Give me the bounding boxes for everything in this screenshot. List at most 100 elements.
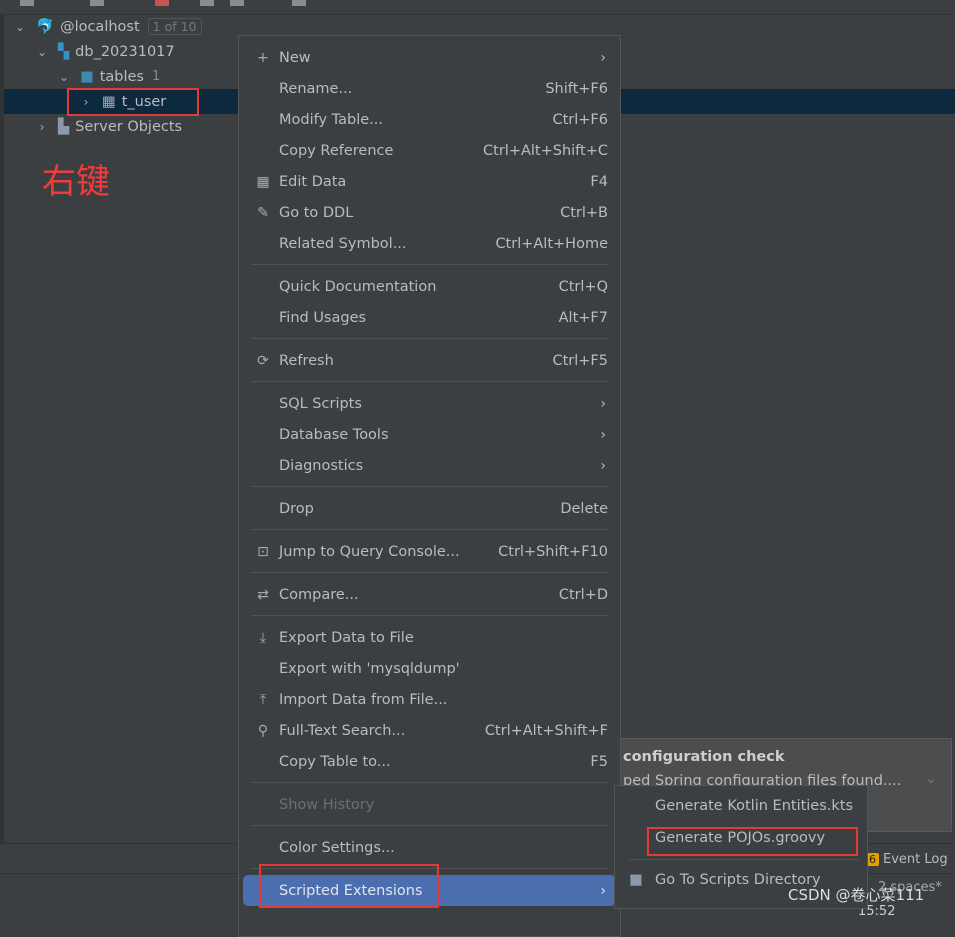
menu-item-drop[interactable]: Drop Delete <box>243 493 616 524</box>
chevron-down-icon[interactable]: ⌄ <box>56 70 72 84</box>
menu-item-full-text-search[interactable]: ⚲ Full-Text Search... Ctrl+Alt+Shift+F <box>243 715 616 746</box>
menu-item-label: Rename... <box>279 80 353 97</box>
toolbar-button[interactable] <box>230 0 244 6</box>
tables-label: tables <box>99 68 144 85</box>
chevron-right-icon[interactable]: › <box>34 120 50 134</box>
search-icon: ⚲ <box>257 722 269 739</box>
menu-item-label: Compare... <box>279 586 359 603</box>
server-objects-label: Server Objects <box>75 118 183 135</box>
menu-item-generate-kotlin[interactable]: Generate Kotlin Entities.kts <box>655 798 853 814</box>
chevron-right-icon: › <box>600 49 606 66</box>
menu-item-show-history[interactable]: Show History <box>243 789 616 820</box>
server-objects-icon: ▙ <box>58 118 70 135</box>
shortcut-label: Ctrl+F5 <box>552 352 608 369</box>
context-menu: + New › Rename... Shift+F6 Modify Table... Ctr… <box>238 35 621 937</box>
separator <box>251 615 608 616</box>
separator <box>251 825 608 826</box>
shortcut-label: Alt+F7 <box>558 309 608 326</box>
menu-item-jump-to-query-console[interactable]: ⊡ Jump to Query Console... Ctrl+Shift+F10 <box>243 536 616 567</box>
chevron-down-icon[interactable]: ⌄ <box>12 20 28 34</box>
annotation-box <box>647 827 858 856</box>
menu-item-label: Related Symbol... <box>279 235 407 252</box>
tables-count: 1 <box>151 69 161 84</box>
separator <box>251 264 608 265</box>
folder-icon: ■ <box>629 872 643 888</box>
refresh-icon: ⟳ <box>257 352 269 369</box>
menu-item-label: Color Settings... <box>279 839 395 856</box>
menu-item-label: Export with 'mysqldump' <box>279 660 460 677</box>
shortcut-label: Ctrl+Alt+Home <box>495 235 608 252</box>
menu-item-label: Diagnostics <box>279 457 364 474</box>
shortcut-label: Ctrl+B <box>560 204 608 221</box>
menu-item-database-tools[interactable]: Database Tools › <box>243 419 616 450</box>
shortcut-label: Delete <box>560 500 608 517</box>
toolbar-button[interactable] <box>90 0 104 6</box>
table-icon: ▦ <box>256 173 270 190</box>
annotation-box <box>67 88 199 116</box>
menu-item-copy-table-to[interactable]: Copy Table to... F5 <box>243 746 616 777</box>
host-label: @localhost <box>60 18 140 35</box>
separator <box>629 859 859 860</box>
chevron-right-icon: › <box>600 457 606 474</box>
menu-item-go-to-ddl[interactable]: ✎ Go to DDL Ctrl+B <box>243 197 616 228</box>
schema-icon: ▚ <box>58 43 70 60</box>
stop-button[interactable] <box>155 0 169 6</box>
menu-item-export-data-to-file[interactable]: ⤓ Export Data to File <box>243 622 616 653</box>
toolbar-button[interactable] <box>20 0 34 6</box>
watermark: CSDN @卷心菜111 <box>788 886 925 904</box>
toolbar-button[interactable] <box>292 0 306 6</box>
menu-item-new[interactable]: + New › <box>243 42 616 73</box>
separator <box>251 486 608 487</box>
toolbar <box>0 0 955 15</box>
menu-item-import-data-from-file[interactable]: ⤒ Import Data from File... <box>243 684 616 715</box>
menu-item-related-symbol[interactable]: Related Symbol... Ctrl+Alt+Home <box>243 228 616 259</box>
chevron-down-icon[interactable]: ⌄ <box>34 45 50 59</box>
event-log-button[interactable]: 6 Event Log <box>866 852 948 867</box>
menu-item-label: Export Data to File <box>279 629 414 646</box>
mysql-icon: 🐬 <box>36 19 55 35</box>
menu-item-label: Database Tools <box>279 426 389 443</box>
db-label: db_20231017 <box>75 43 175 60</box>
menu-item-label: Find Usages <box>279 309 367 326</box>
chevron-right-icon: › <box>600 882 606 899</box>
menu-item-rename[interactable]: Rename... Shift+F6 <box>243 73 616 104</box>
separator <box>251 381 608 382</box>
shortcut-label: Ctrl+D <box>558 586 608 603</box>
folder-icon: ■ <box>80 68 94 85</box>
menu-item-label: Go to DDL <box>279 204 354 221</box>
plus-icon: + <box>257 49 269 66</box>
separator <box>251 572 608 573</box>
menu-item-compare[interactable]: ⇄ Compare... Ctrl+D <box>243 579 616 610</box>
annotation-box <box>259 864 439 908</box>
shortcut-label: Ctrl+Alt+Shift+C <box>483 142 608 159</box>
separator <box>251 782 608 783</box>
menu-item-edit-data[interactable]: ▦ Edit Data F4 <box>243 166 616 197</box>
menu-item-quick-documentation[interactable]: Quick Documentation Ctrl+Q <box>243 271 616 302</box>
menu-item-label: SQL Scripts <box>279 395 362 412</box>
pencil-icon: ✎ <box>257 204 269 221</box>
toolbar-button[interactable] <box>200 0 214 6</box>
chevron-down-icon[interactable]: ⌄ <box>925 771 937 787</box>
schema-count-badge: 1 of 10 <box>147 18 202 35</box>
menu-item-find-usages[interactable]: Find Usages Alt+F7 <box>243 302 616 333</box>
shortcut-label: Shift+F6 <box>545 80 608 97</box>
menu-item-refresh[interactable]: ⟳ Refresh Ctrl+F5 <box>243 345 616 376</box>
menu-item-label: Modify Table... <box>279 111 383 128</box>
shortcut-label: Ctrl+Q <box>558 278 608 295</box>
compare-icon: ⇄ <box>257 586 269 603</box>
shortcut-label: Ctrl+F6 <box>552 111 608 128</box>
event-log-label: Event Log <box>883 852 948 867</box>
menu-item-label: Import Data from File... <box>279 691 448 708</box>
chevron-right-icon: › <box>600 426 606 443</box>
menu-item-color-settings[interactable]: Color Settings... <box>243 832 616 863</box>
chevron-right-icon: › <box>600 395 606 412</box>
menu-item-copy-reference[interactable]: Copy Reference Ctrl+Alt+Shift+C <box>243 135 616 166</box>
menu-item-sql-scripts[interactable]: SQL Scripts › <box>243 388 616 419</box>
menu-item-modify-table[interactable]: Modify Table... Ctrl+F6 <box>243 104 616 135</box>
menu-item-export-with-mysqldump[interactable]: Export with 'mysqldump' <box>243 653 616 684</box>
menu-item-diagnostics[interactable]: Diagnostics › <box>243 450 616 481</box>
menu-item-label: Full-Text Search... <box>279 722 406 739</box>
menu-item-label: Drop <box>279 500 314 517</box>
shortcut-label: Ctrl+Alt+Shift+F <box>484 722 608 739</box>
annotation-text: 右键 <box>42 162 110 202</box>
